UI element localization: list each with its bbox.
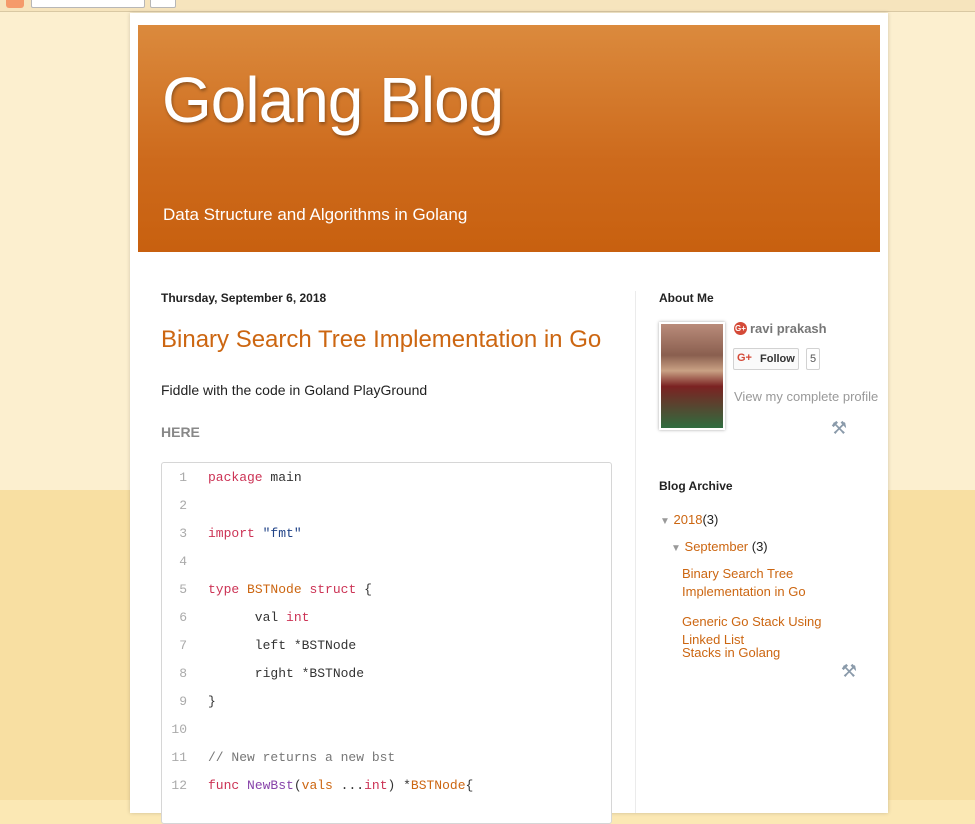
line-number: 7	[179, 638, 187, 653]
playground-link[interactable]: HERE	[161, 424, 200, 440]
code-line: 1 package main	[162, 464, 611, 492]
code-line: 10	[162, 716, 611, 744]
about-me-title: About Me	[659, 291, 714, 305]
code-text: left *BSTNode	[208, 638, 357, 653]
code-line: 2	[162, 492, 611, 520]
archive-year-link[interactable]: 2018	[674, 512, 703, 527]
code-text: type BSTNode struct {	[208, 582, 372, 597]
line-number: 8	[179, 666, 187, 681]
line-number: 4	[179, 554, 187, 569]
edit-widget-tools-icon[interactable]: ⚒	[830, 417, 848, 439]
blogger-navbar	[0, 0, 975, 12]
edit-widget-tools-icon[interactable]: ⚒	[840, 660, 858, 682]
archive-year-count: (3)	[702, 512, 719, 527]
archive-post-link[interactable]: Stacks in Golang	[682, 644, 852, 662]
follow-label: Follow	[760, 353, 795, 365]
code-text: import "fmt"	[208, 526, 302, 541]
collapse-toggle-icon[interactable]: ▼	[660, 516, 670, 527]
sidebar-divider	[635, 291, 636, 813]
line-number: 3	[179, 526, 187, 541]
line-number: 11	[171, 750, 187, 765]
follower-count: 5	[806, 348, 820, 370]
line-number: 9	[179, 694, 187, 709]
line-number: 1	[179, 470, 187, 485]
code-line: 5 type BSTNode struct {	[162, 576, 611, 604]
view-profile-link[interactable]: View my complete profile	[734, 389, 878, 404]
archive-post-link[interactable]: Binary Search Tree Implementation in Go	[682, 565, 852, 601]
follow-button[interactable]: G+ Follow	[733, 348, 799, 370]
archive-year-item[interactable]: ▼ 2018(3)	[660, 512, 718, 527]
code-line: 8 right *BSTNode	[162, 660, 611, 688]
google-plus-icon: G+	[734, 322, 747, 335]
archive-month-item[interactable]: ▼ September (3)	[671, 539, 768, 554]
google-plus-follow-icon: G+	[737, 352, 752, 364]
code-text: func NewBst(vals ...int) *BSTNode{	[208, 778, 474, 793]
code-line: 3 import "fmt"	[162, 520, 611, 548]
archive-month-count: (3)	[751, 539, 768, 554]
code-text: package main	[208, 470, 302, 485]
post-date: Thursday, September 6, 2018	[161, 291, 327, 305]
code-line: 7 left *BSTNode	[162, 632, 611, 660]
collapse-toggle-icon[interactable]: ▼	[671, 543, 681, 554]
line-number: 5	[179, 582, 187, 597]
blog-title[interactable]: Golang Blog	[162, 63, 504, 137]
line-number: 2	[179, 498, 187, 513]
navbar-search-input[interactable]	[31, 0, 145, 8]
blog-archive-title: Blog Archive	[659, 479, 733, 493]
post-intro-text: Fiddle with the code in Goland PlayGroun…	[161, 382, 428, 398]
blog-header: Golang Blog Data Structure and Algorithm…	[138, 25, 880, 252]
code-line: 11 // New returns a new bst	[162, 744, 611, 772]
line-number: 6	[179, 610, 187, 625]
code-text: right *BSTNode	[208, 666, 365, 681]
code-text: val int	[208, 610, 310, 625]
code-text: }	[208, 694, 216, 709]
archive-month-link[interactable]: September	[685, 539, 749, 554]
code-text: // New returns a new bst	[208, 750, 396, 765]
author-name-link[interactable]: ravi prakash	[750, 321, 827, 336]
avatar-photo	[661, 324, 723, 428]
line-number: 10	[171, 722, 187, 737]
blog-page: Golang Blog Data Structure and Algorithm…	[130, 13, 888, 824]
blog-description: Data Structure and Algorithms in Golang	[163, 205, 468, 224]
code-line: 12 func NewBst(vals ...int) *BSTNode{	[162, 772, 611, 800]
navbar-search-button[interactable]	[150, 0, 176, 8]
code-line: 4	[162, 548, 611, 576]
code-line: 6 val int	[162, 604, 611, 632]
code-line: 9}	[162, 688, 611, 716]
blogger-logo-icon[interactable]	[6, 0, 24, 8]
line-number: 12	[171, 778, 187, 793]
post-title[interactable]: Binary Search Tree Implementation in Go	[161, 326, 601, 354]
code-block: 1 package main 2 3 import "fmt" 4 5 type BSTNod…	[161, 462, 612, 824]
profile-avatar[interactable]	[659, 322, 725, 430]
